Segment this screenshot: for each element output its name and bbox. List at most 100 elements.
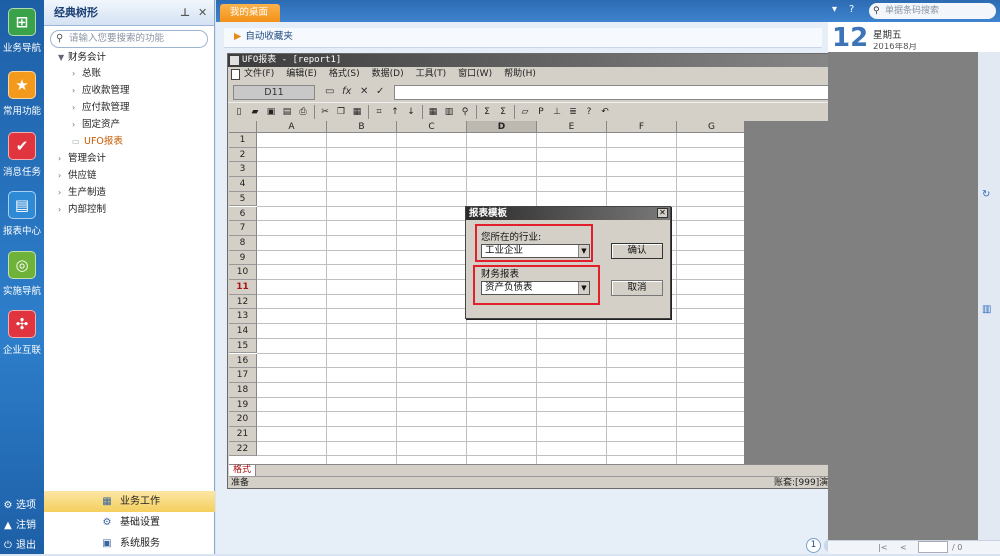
- rail-item-0[interactable]: ⊞ 业务导航: [0, 6, 44, 66]
- undo-icon[interactable]: ↶: [598, 105, 612, 119]
- tree-node[interactable]: › 管理会计: [58, 151, 106, 167]
- sort-desc-icon[interactable]: ↓: [404, 105, 418, 119]
- page-1-button[interactable]: 1: [806, 538, 821, 553]
- new-icon[interactable]: ▯: [232, 105, 246, 119]
- paste-icon[interactable]: ▦: [350, 105, 364, 119]
- row-header[interactable]: 1: [229, 133, 257, 148]
- print-icon[interactable]: ⎙: [296, 105, 310, 119]
- chart-icon[interactable]: ▱: [518, 105, 532, 119]
- dropdown-arrow-icon[interactable]: ▼: [578, 282, 589, 294]
- book-icon[interactable]: ▥: [982, 304, 991, 315]
- dropdown-arrow-icon[interactable]: ▼: [578, 245, 589, 257]
- p-icon[interactable]: P: [534, 105, 548, 119]
- tree-node[interactable]: › 内部控制: [58, 202, 106, 218]
- row-header[interactable]: 2: [229, 147, 257, 163]
- rail-item-3[interactable]: ▤ 报表中心: [0, 189, 44, 249]
- favorites-bar[interactable]: ▶ 自动收藏夹: [224, 28, 822, 48]
- tree-node[interactable]: ▼ 财务会计: [58, 50, 106, 66]
- chevron-right-icon[interactable]: ›: [58, 151, 68, 167]
- cell-reference[interactable]: D11: [233, 85, 315, 100]
- rail-item-2[interactable]: ✔ 消息任务: [0, 130, 44, 190]
- row-header[interactable]: 12: [229, 294, 257, 310]
- row-header[interactable]: 6: [229, 206, 257, 222]
- sum-area-icon[interactable]: Σ: [496, 105, 510, 119]
- help-cursor-icon[interactable]: ?: [582, 105, 596, 119]
- row-header[interactable]: 21: [229, 427, 257, 442]
- open-icon[interactable]: ▰: [248, 105, 262, 119]
- barcode-search-input[interactable]: ⚲ 单据条码搜索: [869, 3, 996, 19]
- sum-icon[interactable]: Σ: [480, 105, 494, 119]
- menu-item[interactable]: 帮助(H): [504, 67, 536, 82]
- rail-item-4[interactable]: ◎ 实施导航: [0, 249, 44, 309]
- row-header[interactable]: 11: [229, 280, 257, 295]
- industry-select[interactable]: 工业企业 ▼: [481, 244, 590, 258]
- row-header[interactable]: 7: [229, 221, 257, 236]
- row-header[interactable]: 16: [229, 353, 257, 369]
- select-all-corner[interactable]: [229, 121, 257, 133]
- menu-item[interactable]: 窗口(W): [458, 67, 492, 82]
- dialog-close-icon[interactable]: ✕: [657, 208, 668, 218]
- format-mode-tab[interactable]: 格式: [229, 465, 256, 476]
- tree-node[interactable]: › 供应链: [58, 168, 97, 184]
- row-header[interactable]: 9: [229, 250, 257, 266]
- chevron-right-icon[interactable]: ›: [72, 66, 82, 82]
- chevron-right-icon[interactable]: ›: [72, 117, 82, 133]
- column-header[interactable]: F: [607, 121, 677, 133]
- prev-page-icon[interactable]: <: [900, 541, 907, 554]
- tree-node[interactable]: › 总账: [72, 66, 101, 82]
- chevron-right-icon[interactable]: ›: [72, 83, 82, 99]
- copy-icon[interactable]: ❐: [334, 105, 348, 119]
- chevron-right-icon[interactable]: ›: [58, 185, 68, 201]
- row-header[interactable]: 22: [229, 441, 257, 457]
- row-header[interactable]: 20: [229, 412, 257, 427]
- ok-button[interactable]: 确认: [611, 243, 663, 259]
- tree-node[interactable]: › 应付款管理: [72, 100, 130, 116]
- chevron-right-icon[interactable]: ›: [72, 100, 82, 116]
- row-header[interactable]: 10: [229, 265, 257, 280]
- menu-item[interactable]: 数据(D): [372, 67, 404, 82]
- menu-item[interactable]: 工具(T): [416, 67, 447, 82]
- row-header[interactable]: 15: [229, 338, 257, 354]
- row-header[interactable]: 13: [229, 309, 257, 325]
- cut-icon[interactable]: ✂: [318, 105, 332, 119]
- chevron-down-icon[interactable]: ▼: [58, 50, 68, 66]
- report-select[interactable]: 资产负债表 ▼: [481, 281, 590, 295]
- rail-options-button[interactable]: ⚙ 选项: [2, 496, 44, 516]
- row-header[interactable]: 17: [229, 368, 257, 383]
- dropdown-icon[interactable]: ▾: [832, 4, 837, 15]
- page-number-input[interactable]: [918, 541, 948, 553]
- rail-item-5[interactable]: ✣ 企业互联: [0, 308, 44, 368]
- report-doc-icon[interactable]: ▭: [72, 134, 84, 150]
- chevron-right-icon[interactable]: ›: [58, 202, 68, 218]
- menu-item[interactable]: 文件(F): [244, 67, 274, 82]
- row-header[interactable]: 8: [229, 235, 257, 251]
- help-icon[interactable]: ?: [849, 4, 854, 15]
- tree-node[interactable]: › 生产制造: [58, 185, 106, 201]
- row-header[interactable]: 19: [229, 397, 257, 413]
- column-header[interactable]: E: [537, 121, 607, 133]
- row-header[interactable]: 5: [229, 191, 257, 207]
- tree-node[interactable]: › 应收款管理: [72, 83, 130, 99]
- grid-icon[interactable]: ▦: [426, 105, 440, 119]
- format-painter-icon[interactable]: ⌗: [372, 105, 386, 119]
- menu-item[interactable]: 格式(S): [329, 67, 360, 82]
- menu-item[interactable]: 编辑(E): [286, 67, 317, 82]
- sort-asc-icon[interactable]: ↑: [388, 105, 402, 119]
- column-header[interactable]: G: [677, 121, 744, 133]
- bottom-nav-item[interactable]: ⚙ 基础设置: [44, 512, 215, 533]
- tree-node[interactable]: ▭ UFO报表: [72, 134, 123, 150]
- cancel-button[interactable]: 取消: [611, 280, 663, 296]
- tree-node[interactable]: › 固定资产: [72, 117, 120, 133]
- fx-icon[interactable]: fx: [342, 86, 351, 97]
- close-icon[interactable]: ✕: [198, 0, 207, 26]
- save-icon[interactable]: ▣: [264, 105, 278, 119]
- confirm-edit-icon[interactable]: ✓: [376, 86, 384, 97]
- row-header[interactable]: 3: [229, 162, 257, 178]
- row-header[interactable]: 14: [229, 324, 257, 339]
- rail-exit-button[interactable]: ⏻ 退出: [2, 536, 44, 556]
- pin-icon[interactable]: ⊥: [180, 0, 190, 26]
- column-header[interactable]: B: [327, 121, 397, 133]
- row-header[interactable]: 18: [229, 382, 257, 398]
- insert-icon[interactable]: ⊥: [550, 105, 564, 119]
- column-header[interactable]: C: [397, 121, 467, 133]
